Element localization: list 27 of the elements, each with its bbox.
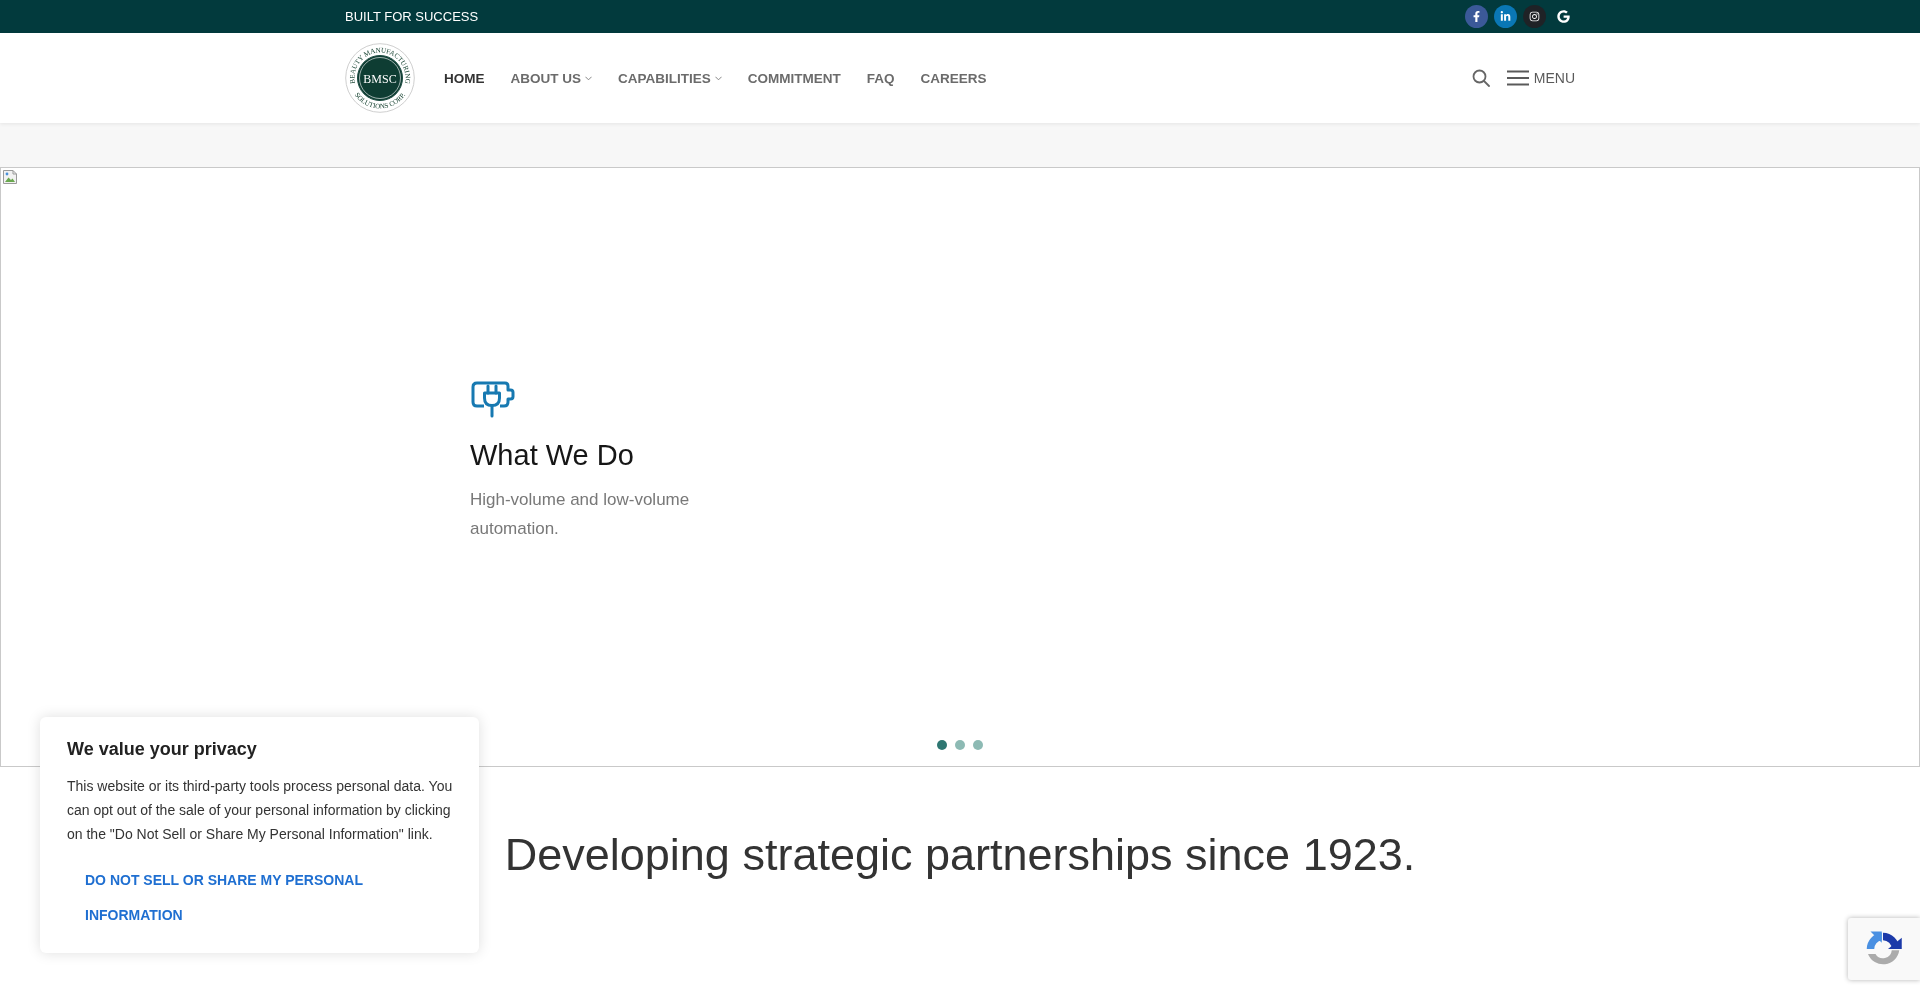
hamburger-icon <box>1506 70 1529 86</box>
menu-button[interactable]: MENU <box>1506 70 1575 86</box>
nav-link[interactable]: FAQ <box>853 70 908 86</box>
plug-icon <box>470 380 516 418</box>
slider-dot[interactable] <box>955 740 965 750</box>
caret-icon <box>585 75 592 81</box>
facebook-icon[interactable] <box>1465 5 1488 28</box>
linkedin-icon[interactable] <box>1494 5 1517 28</box>
slider-dot[interactable] <box>973 740 983 750</box>
nav-link[interactable]: ABOUT US <box>497 70 605 86</box>
broken-image-icon <box>2 169 18 185</box>
feature-description: High-volume and low-volume automation. <box>470 489 691 540</box>
nav-link[interactable]: CAPABILITIES <box>605 70 735 86</box>
tagline: BUILT FOR SUCCESS <box>345 9 479 24</box>
opt-out-link[interactable]: DO NOT SELL OR SHARE MY PERSONAL INFORMATION <box>67 863 452 933</box>
slider-dot[interactable] <box>937 740 947 750</box>
nav-link[interactable]: CAREERS <box>907 70 1000 86</box>
google-icon[interactable] <box>1556 9 1570 24</box>
instagram-icon[interactable] <box>1523 5 1546 28</box>
nav-link[interactable]: HOME <box>431 70 498 86</box>
cookie-text: This website or its third-party tools process personal data. You can opt out of the sale of your personal information by clicking on the "Do Not Sell or Share My Personal Information" link. <box>67 777 454 844</box>
intro-heading: Developing strategic partnerships since 1923. <box>504 828 1416 882</box>
caret-icon <box>714 75 722 81</box>
nav-link[interactable]: COMMITMENT <box>734 70 854 86</box>
search-icon[interactable] <box>1471 69 1490 87</box>
feature-title: What We Do <box>470 438 635 473</box>
cookie-title: We value your privacy <box>67 738 258 761</box>
